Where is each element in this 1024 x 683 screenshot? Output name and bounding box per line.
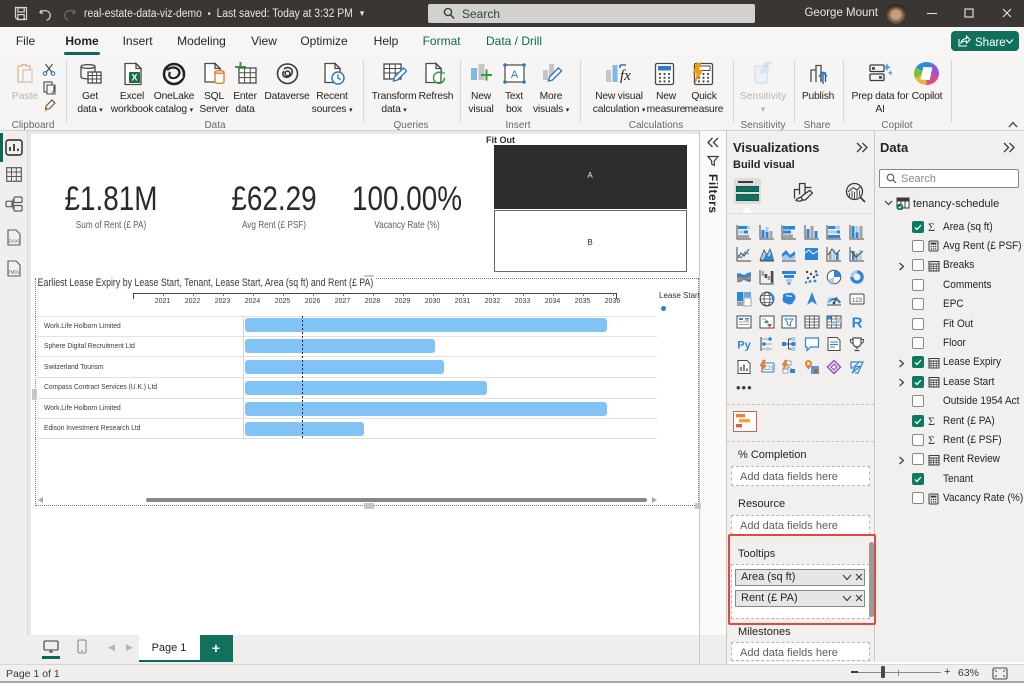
svg-text:X: X [131, 73, 137, 83]
svg-text:fx: fx [620, 68, 631, 84]
svg-text:DAX): DAX) [9, 239, 20, 244]
svg-text:R: R [851, 314, 862, 330]
svg-text:TMDL: TMDL [8, 270, 20, 275]
svg-text:Py: Py [737, 340, 751, 352]
svg-text:A: A [511, 69, 519, 81]
svg-text:123: 123 [851, 298, 862, 304]
